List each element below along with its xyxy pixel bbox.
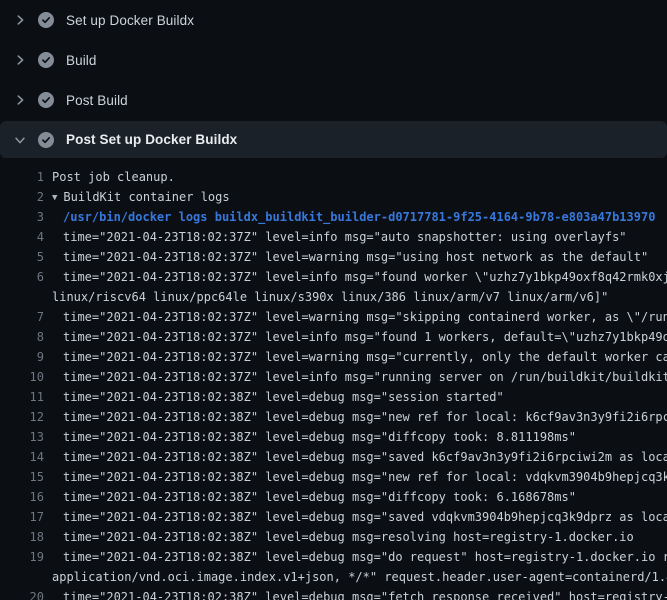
log-row: 4 time="2021-04-23T18:02:37Z" level=info …: [0, 227, 667, 247]
log-text: time="2021-04-23T18:02:37Z" level=warnin…: [52, 347, 667, 367]
line-number[interactable]: 14: [0, 447, 44, 467]
step-row-1[interactable]: Build: [0, 40, 667, 80]
log-text: time="2021-04-23T18:02:38Z" level=debug …: [52, 467, 667, 487]
log-text: time="2021-04-23T18:02:37Z" level=info m…: [52, 327, 667, 347]
log-row: 10 time="2021-04-23T18:02:37Z" level=info…: [0, 367, 667, 387]
line-number[interactable]: 11: [0, 387, 44, 407]
log-row: 18 time="2021-04-23T18:02:38Z" level=debu…: [0, 527, 667, 547]
chevron-right-icon: [12, 92, 28, 108]
line-number[interactable]: 4: [0, 227, 44, 247]
log-text: time="2021-04-23T18:02:38Z" level=debug …: [52, 447, 667, 467]
line-number: [0, 567, 44, 587]
step-label: Build: [66, 53, 97, 68]
log-text: time="2021-04-23T18:02:38Z" level=debug …: [52, 507, 667, 527]
log-text: application/vnd.oci.image.index.v1+json,…: [52, 567, 667, 587]
log-row: 3/usr/bin/docker logs buildx_buildkit_bu…: [0, 207, 667, 227]
line-number[interactable]: 6: [0, 267, 44, 287]
check-circle-icon: [38, 12, 54, 28]
log-text: time="2021-04-23T18:02:38Z" level=debug …: [52, 427, 667, 447]
actions-log-viewer: Set up Docker Buildx Build P: [0, 0, 667, 600]
log-text: time="2021-04-23T18:02:38Z" level=debug …: [52, 547, 667, 567]
log-row: 16 time="2021-04-23T18:02:38Z" level=debu…: [0, 487, 667, 507]
step-row-0[interactable]: Set up Docker Buildx: [0, 0, 667, 40]
line-number[interactable]: 18: [0, 527, 44, 547]
log-group-caret-icon[interactable]: ▼: [52, 188, 57, 207]
line-number[interactable]: 20: [0, 587, 44, 600]
log-row: application/vnd.oci.image.index.v1+json,…: [0, 567, 667, 587]
log-text: time="2021-04-23T18:02:38Z" level=debug …: [52, 587, 667, 600]
line-number[interactable]: 5: [0, 247, 44, 267]
log-panel: 1 Post job cleanup. 2 ▼BuildKit container l…: [0, 159, 667, 600]
log-text: time="2021-04-23T18:02:38Z" level=debug …: [52, 487, 667, 507]
log-row: 12 time="2021-04-23T18:02:38Z" level=debu…: [0, 407, 667, 427]
log-text: time="2021-04-23T18:02:37Z" level=info m…: [52, 227, 667, 247]
line-number[interactable]: 8: [0, 327, 44, 347]
chevron-down-icon: [12, 132, 28, 148]
check-circle-icon: [38, 52, 54, 68]
step-row-2[interactable]: Post Build: [0, 80, 667, 120]
step-label: Set up Docker Buildx: [66, 13, 194, 28]
log-text: linux/riscv64 linux/ppc64le linux/s390x …: [52, 287, 667, 307]
log-row: 19 time="2021-04-23T18:02:38Z" level=debu…: [0, 547, 667, 567]
log-text: time="2021-04-23T18:02:37Z" level=info m…: [52, 267, 667, 287]
step-row-3[interactable]: Post Set up Docker Buildx: [0, 121, 667, 158]
line-number[interactable]: 9: [0, 347, 44, 367]
line-number[interactable]: 19: [0, 547, 44, 567]
steps-list: Set up Docker Buildx Build P: [0, 0, 667, 158]
log-text: time="2021-04-23T18:02:38Z" level=debug …: [52, 527, 667, 547]
line-number[interactable]: 17: [0, 507, 44, 527]
log-row: 6 time="2021-04-23T18:02:37Z" level=info …: [0, 267, 667, 287]
log-text: time="2021-04-23T18:02:37Z" level=warnin…: [52, 307, 667, 327]
step-label: Post Set up Docker Buildx: [66, 132, 237, 147]
log-row: 9 time="2021-04-23T18:02:37Z" level=warni…: [0, 347, 667, 367]
log-text: time="2021-04-23T18:02:38Z" level=debug …: [52, 407, 667, 427]
log-text: Post job cleanup.: [52, 167, 667, 187]
log-row: 8 time="2021-04-23T18:02:37Z" level=info …: [0, 327, 667, 347]
line-number: [0, 287, 44, 307]
log-command-text: /usr/bin/docker logs buildx_buildkit_bui…: [52, 207, 667, 227]
log-row: 17 time="2021-04-23T18:02:38Z" level=debu…: [0, 507, 667, 527]
line-number[interactable]: 2: [0, 187, 44, 207]
log-text: time="2021-04-23T18:02:37Z" level=info m…: [52, 367, 667, 387]
log-row: 20 time="2021-04-23T18:02:38Z" level=debu…: [0, 587, 667, 600]
log-row: linux/riscv64 linux/ppc64le linux/s390x …: [0, 287, 667, 307]
log-text: time="2021-04-23T18:02:38Z" level=debug …: [52, 387, 667, 407]
log-row: 11 time="2021-04-23T18:02:38Z" level=debu…: [0, 387, 667, 407]
line-number[interactable]: 15: [0, 467, 44, 487]
line-number[interactable]: 3: [0, 207, 44, 227]
line-number[interactable]: 7: [0, 307, 44, 327]
log-text: time="2021-04-23T18:02:37Z" level=warnin…: [52, 247, 667, 267]
line-number[interactable]: 12: [0, 407, 44, 427]
line-number[interactable]: 10: [0, 367, 44, 387]
log-row: 5 time="2021-04-23T18:02:37Z" level=warni…: [0, 247, 667, 267]
log-row: 2 ▼BuildKit container logs: [0, 187, 667, 207]
line-number[interactable]: 13: [0, 427, 44, 447]
line-number[interactable]: 1: [0, 167, 44, 187]
check-circle-icon: [38, 132, 54, 148]
step-label: Post Build: [66, 93, 128, 108]
chevron-right-icon: [12, 52, 28, 68]
log-row: 14 time="2021-04-23T18:02:38Z" level=debu…: [0, 447, 667, 467]
log-row: 1 Post job cleanup.: [0, 167, 667, 187]
log-row: 13 time="2021-04-23T18:02:38Z" level=debu…: [0, 427, 667, 447]
log-row: 15 time="2021-04-23T18:02:38Z" level=debu…: [0, 467, 667, 487]
log-row: 7 time="2021-04-23T18:02:37Z" level=warni…: [0, 307, 667, 327]
chevron-right-icon: [12, 12, 28, 28]
check-circle-icon: [38, 92, 54, 108]
line-number[interactable]: 16: [0, 487, 44, 507]
log-text: ▼BuildKit container logs: [52, 187, 667, 207]
